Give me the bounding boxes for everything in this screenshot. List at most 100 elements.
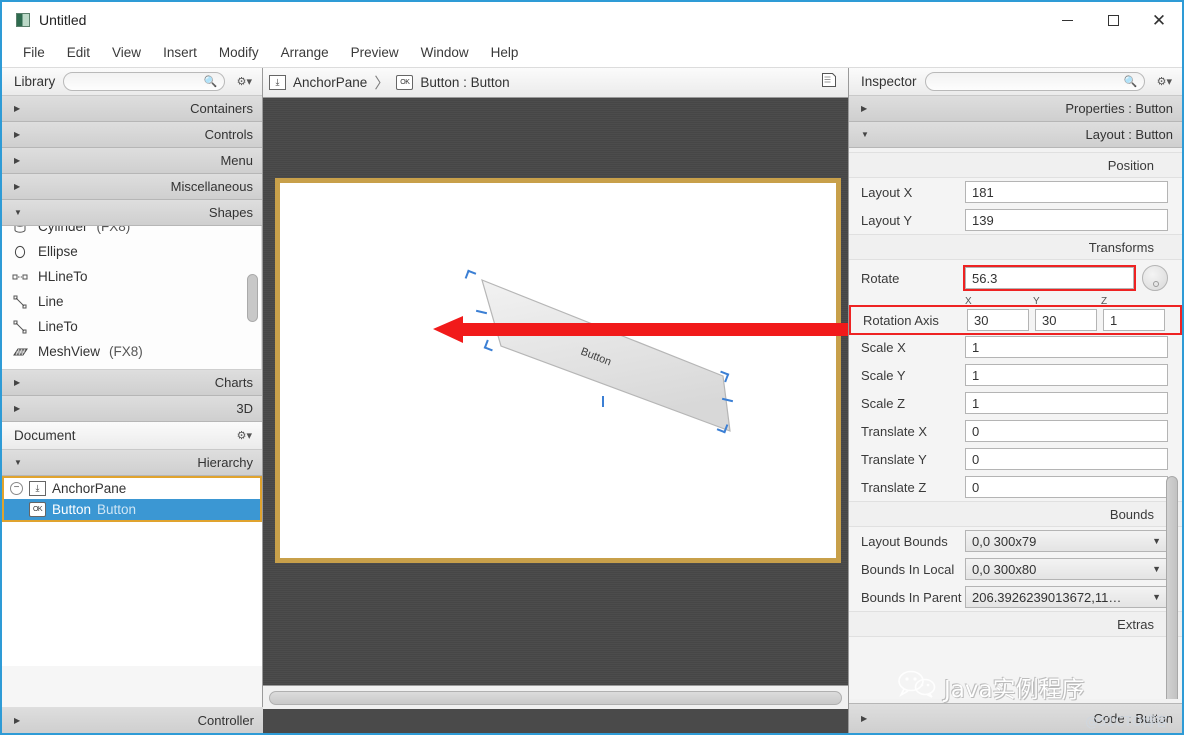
library-section-menu[interactable]: ▶ Menu — [2, 148, 262, 174]
rotate-dial[interactable] — [1142, 265, 1168, 291]
library-gear-icon[interactable]: ⚙▾ — [233, 75, 256, 88]
rotation-axis-z-input[interactable]: 1 — [1103, 309, 1165, 331]
menu-arrange[interactable]: Arrange — [270, 41, 340, 64]
stage-anchorpane[interactable]: Button — [275, 178, 848, 563]
axis-label-y: Y — [1033, 296, 1040, 307]
line-icon — [11, 294, 29, 310]
layout-y-input[interactable]: 139 — [965, 209, 1168, 231]
field-label: Scale Y — [861, 367, 906, 383]
bounds-in-parent-select[interactable]: 206.3926239013672,11… ▼ — [965, 586, 1168, 608]
left-panel: Library 🔍 ⚙▾ ▶ Containers ▶ Controls ▶ M… — [2, 68, 263, 733]
document-gear-icon[interactable]: ⚙▾ — [233, 429, 256, 442]
rotation-axis-y-input[interactable]: 30 — [1035, 309, 1097, 331]
document-section-hierarchy[interactable]: ▼ Hierarchy — [2, 450, 262, 476]
inspector-search-input[interactable]: 🔍 — [924, 72, 1145, 91]
scale-x-input[interactable]: 1 — [965, 336, 1168, 358]
canvas-horizontal-scrollbar[interactable] — [263, 685, 848, 709]
tree-item-button[interactable]: OK Button Button — [4, 499, 260, 520]
library-section-3d[interactable]: ▶ 3D — [2, 396, 262, 422]
list-item-hlineto[interactable]: HLineTo — [2, 264, 262, 289]
collapse-icon[interactable]: − — [10, 482, 23, 495]
document-icon[interactable] — [820, 72, 838, 93]
list-item-cylinder[interactable]: Cylinder (FX8) — [2, 226, 262, 239]
menu-view[interactable]: View — [101, 41, 152, 64]
menu-file[interactable]: File — [12, 41, 56, 64]
button-node-shape[interactable] — [280, 183, 846, 568]
canvas-scrollbar-thumb[interactable] — [269, 690, 842, 705]
field-row-scale-y: Scale Y 1 — [849, 361, 1182, 389]
cylinder-icon — [11, 226, 29, 235]
close-button[interactable]: ✕ — [1136, 2, 1182, 38]
field-row-bounds-in-local: Bounds In Local 0,0 300x80 ▼ — [849, 555, 1182, 583]
minimize-button[interactable] — [1044, 2, 1090, 38]
hlineto-icon — [11, 269, 29, 285]
chevron-down-icon: ▼ — [14, 458, 22, 467]
chevron-down-icon: ▼ — [1152, 564, 1161, 574]
library-search-input[interactable]: 🔍 — [63, 72, 225, 91]
list-item-line[interactable]: Line — [2, 289, 262, 314]
translate-x-input[interactable]: 0 — [965, 420, 1168, 442]
group-header-transforms: Transforms — [849, 234, 1182, 260]
inspector-section-properties[interactable]: ▶ Properties : Button — [849, 96, 1182, 122]
library-section-miscellaneous[interactable]: ▶ Miscellaneous — [2, 174, 262, 200]
scale-z-input[interactable]: 1 — [965, 392, 1168, 414]
breadcrumb-item-button[interactable]: Button : Button — [420, 75, 509, 90]
list-item-meshview[interactable]: MeshView (FX8) — [2, 339, 262, 364]
rotation-axis-x-input[interactable]: 30 — [967, 309, 1029, 331]
document-title: Document — [14, 428, 76, 443]
inspector-gear-icon[interactable]: ⚙▾ — [1153, 75, 1176, 88]
scale-y-input[interactable]: 1 — [965, 364, 1168, 386]
list-item-label: Cylinder — [38, 226, 88, 234]
inspector-section-layout[interactable]: ▼ Layout : Button — [849, 122, 1182, 148]
menu-edit[interactable]: Edit — [56, 41, 101, 64]
document-section-controller[interactable]: ▶ Controller — [2, 707, 263, 733]
field-label: Translate X — [861, 423, 927, 439]
field-row-layout-y: Layout Y 139 — [849, 206, 1182, 234]
layout-bounds-select[interactable]: 0,0 300x79 ▼ — [965, 530, 1168, 552]
tree-item-label: AnchorPane — [52, 481, 127, 496]
layout-x-input[interactable]: 181 — [965, 181, 1168, 203]
list-item-ellipse[interactable]: Ellipse — [2, 239, 262, 264]
field-row-scale-z: Scale Z 1 — [849, 389, 1182, 417]
library-section-containers[interactable]: ▶ Containers — [2, 96, 262, 122]
menu-window[interactable]: Window — [410, 41, 480, 64]
library-section-label: Containers — [190, 101, 253, 116]
title-bar: Untitled ✕ — [2, 2, 1182, 38]
menu-insert[interactable]: Insert — [152, 41, 208, 64]
field-label: Scale X — [861, 339, 906, 355]
design-canvas[interactable]: Button — [263, 98, 848, 709]
library-item-list[interactable]: Cylinder (FX8) Ellipse HLineTo Line Line… — [2, 226, 262, 370]
group-header-bounds: Bounds — [849, 501, 1182, 527]
list-item-suffix: (FX8) — [96, 226, 131, 234]
rotate-input[interactable]: 56.3 — [963, 265, 1136, 291]
library-scrollbar-thumb[interactable] — [247, 274, 258, 322]
library-section-shapes[interactable]: ▼ Shapes — [2, 200, 262, 226]
window-controls: ✕ — [1044, 2, 1182, 38]
menu-bar: File Edit View Insert Modify Arrange Pre… — [2, 38, 1182, 68]
tree-item-anchorpane[interactable]: − ⤓ AnchorPane — [4, 478, 260, 499]
menu-preview[interactable]: Preview — [340, 41, 410, 64]
chevron-right-icon: ▶ — [14, 715, 21, 725]
selection-handle-bottom[interactable] — [602, 396, 604, 407]
inspector-title: Inspector — [861, 74, 917, 89]
translate-z-input[interactable]: 0 — [965, 476, 1168, 498]
list-item-lineto[interactable]: LineTo — [2, 314, 262, 339]
inspector-scrollbar-thumb[interactable] — [1166, 476, 1178, 699]
axis-label-x: X — [965, 296, 972, 307]
document-header: Document ⚙▾ — [2, 422, 262, 450]
translate-y-input[interactable]: 0 — [965, 448, 1168, 470]
inspector-section-code[interactable]: ▶ Code : Button — [849, 703, 1182, 733]
button-icon: OK — [396, 75, 414, 90]
maximize-button[interactable] — [1090, 2, 1136, 38]
bounds-in-local-select[interactable]: 0,0 300x80 ▼ — [965, 558, 1168, 580]
menu-modify[interactable]: Modify — [208, 41, 270, 64]
breadcrumb-item-anchorpane[interactable]: AnchorPane — [293, 75, 367, 90]
library-section-controls[interactable]: ▶ Controls — [2, 122, 262, 148]
hierarchy-tree[interactable]: − ⤓ AnchorPane OK Button Button — [2, 476, 262, 666]
library-section-charts[interactable]: ▶ Charts — [2, 370, 262, 396]
hierarchy-selection-box: − ⤓ AnchorPane OK Button Button — [2, 476, 262, 522]
menu-help[interactable]: Help — [480, 41, 530, 64]
field-label: Rotation Axis — [863, 312, 939, 328]
list-item-label: Ellipse — [38, 244, 78, 259]
button-icon: OK — [29, 502, 46, 517]
